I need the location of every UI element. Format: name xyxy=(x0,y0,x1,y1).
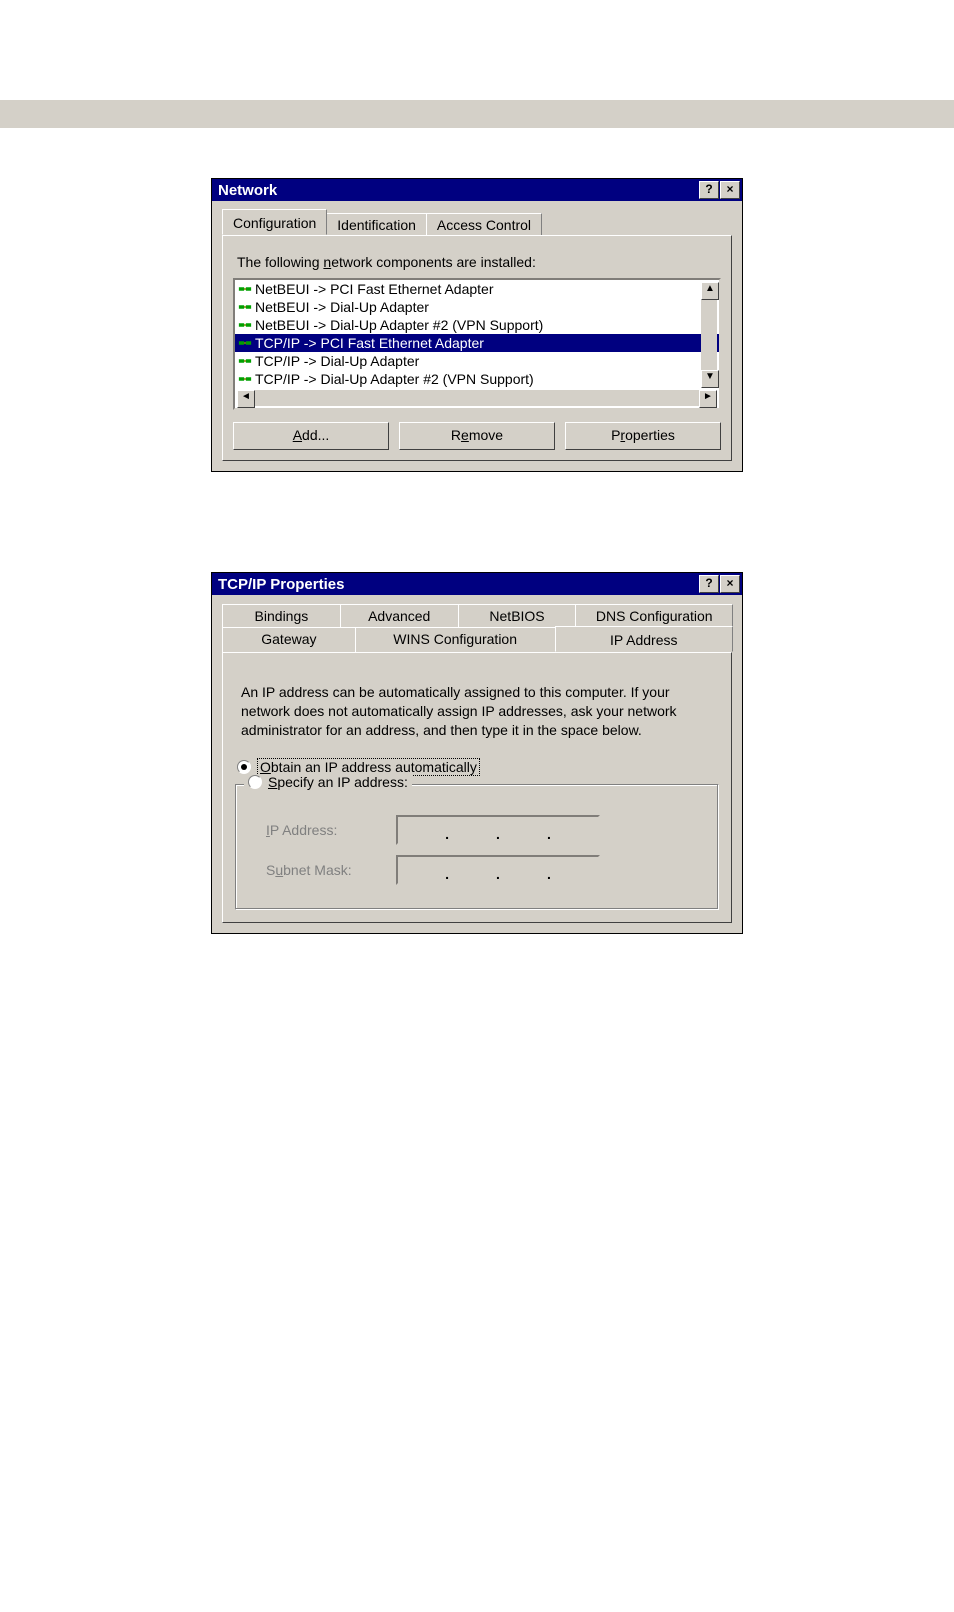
info-text: An IP address can be automatically assig… xyxy=(241,683,713,740)
vertical-scrollbar[interactable]: ▲ ▼ xyxy=(701,282,717,388)
installed-label: The following network components are ins… xyxy=(237,254,717,270)
tab-identification[interactable]: Identification xyxy=(326,213,427,236)
specify-groupbox: Specify an IP address: IP Address: ... S… xyxy=(235,784,719,910)
titlebar[interactable]: Network ? × xyxy=(212,179,742,201)
list-item[interactable]: NetBEUI -> PCI Fast Ethernet Adapter xyxy=(235,280,719,298)
tab-panel-ip-address: An IP address can be automatically assig… xyxy=(222,652,732,923)
list-item-label: NetBEUI -> Dial-Up Adapter #2 (VPN Suppo… xyxy=(255,317,543,333)
protocol-icon xyxy=(237,299,253,315)
list-item-label: NetBEUI -> PCI Fast Ethernet Adapter xyxy=(255,281,494,297)
protocol-icon xyxy=(237,353,253,369)
list-item-label: TCP/IP -> Dial-Up Adapter #2 (VPN Suppor… xyxy=(255,371,534,387)
scroll-right-button[interactable]: ► xyxy=(699,390,717,408)
tab-wins-configuration[interactable]: WINS Configuration xyxy=(355,627,556,653)
page-top-bar xyxy=(0,100,954,128)
tab-netbios[interactable]: NetBIOS xyxy=(458,604,577,627)
tab-configuration[interactable]: Configuration xyxy=(222,209,327,235)
title-text: Network xyxy=(214,182,698,199)
tab-panel-configuration: The following network components are ins… xyxy=(222,235,732,461)
scroll-up-button[interactable]: ▲ xyxy=(701,282,719,300)
protocol-icon xyxy=(237,371,253,387)
add-button[interactable]: Add... xyxy=(233,422,389,450)
list-item-label: TCP/IP -> Dial-Up Adapter xyxy=(255,353,419,369)
tabs: Configuration Identification Access Cont… xyxy=(222,209,732,235)
radio-specify-label: Specify an IP address: xyxy=(268,774,408,790)
network-dialog: Network ? × Configuration Identification… xyxy=(211,178,743,472)
subnet-mask-label: Subnet Mask: xyxy=(246,862,386,878)
scroll-left-button[interactable]: ◄ xyxy=(237,390,255,408)
list-item[interactable]: NetBEUI -> Dial-Up Adapter xyxy=(235,298,719,316)
close-button[interactable]: × xyxy=(720,575,740,593)
remove-button[interactable]: Remove xyxy=(399,422,555,450)
list-item[interactable]: TCP/IP -> PCI Fast Ethernet Adapter xyxy=(235,334,719,352)
title-text: TCP/IP Properties xyxy=(214,576,698,593)
tab-advanced[interactable]: Advanced xyxy=(340,604,459,627)
horizontal-scrollbar[interactable]: ◄ ► xyxy=(237,390,717,406)
tab-bindings[interactable]: Bindings xyxy=(222,604,341,627)
components-listbox[interactable]: NetBEUI -> PCI Fast Ethernet Adapter NetB… xyxy=(233,278,721,410)
list-item-label: NetBEUI -> Dial-Up Adapter xyxy=(255,299,429,315)
protocol-icon xyxy=(237,335,253,351)
help-button[interactable]: ? xyxy=(699,181,719,199)
protocol-icon xyxy=(237,281,253,297)
tab-access-control[interactable]: Access Control xyxy=(426,213,542,236)
list-item[interactable]: TCP/IP -> Dial-Up Adapter #2 (VPN Suppor… xyxy=(235,370,719,388)
list-item-label: TCP/IP -> PCI Fast Ethernet Adapter xyxy=(255,335,484,351)
tab-gateway[interactable]: Gateway xyxy=(222,627,356,653)
tab-ip-address[interactable]: IP Address xyxy=(555,626,733,652)
tabs: Bindings Advanced NetBIOS DNS Configurat… xyxy=(222,603,732,652)
ip-address-label: IP Address: xyxy=(246,822,386,838)
protocol-icon xyxy=(237,317,253,333)
list-item[interactable]: NetBEUI -> Dial-Up Adapter #2 (VPN Suppo… xyxy=(235,316,719,334)
scroll-down-button[interactable]: ▼ xyxy=(701,370,719,388)
tab-dns-configuration[interactable]: DNS Configuration xyxy=(575,604,733,627)
tcpip-properties-dialog: TCP/IP Properties ? × Bindings Advanced … xyxy=(211,572,743,934)
radio-icon xyxy=(248,775,262,789)
titlebar[interactable]: TCP/IP Properties ? × xyxy=(212,573,742,595)
properties-button[interactable]: Properties xyxy=(565,422,721,450)
close-button[interactable]: × xyxy=(720,181,740,199)
radio-icon xyxy=(237,760,251,774)
list-item[interactable]: TCP/IP -> Dial-Up Adapter xyxy=(235,352,719,370)
subnet-mask-field[interactable]: ... xyxy=(396,855,600,885)
help-button[interactable]: ? xyxy=(699,575,719,593)
ip-address-field[interactable]: ... xyxy=(396,815,600,845)
radio-specify[interactable]: Specify an IP address: xyxy=(244,774,412,790)
